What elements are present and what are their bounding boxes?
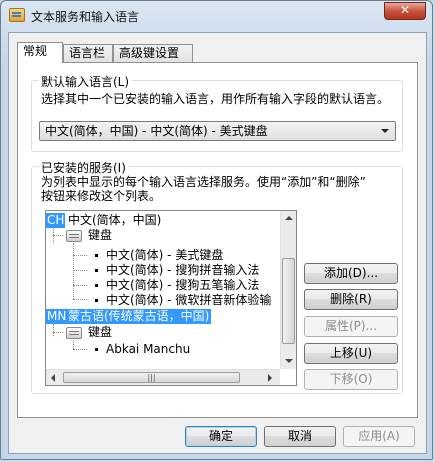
list-item[interactable]: 中文(简体) - 微软拼音新体验输 xyxy=(46,293,286,308)
vertical-scroll-thumb[interactable] xyxy=(282,258,295,344)
ok-button[interactable]: 确定 xyxy=(185,426,257,447)
tab-general[interactable]: 常规 xyxy=(17,42,63,63)
tree-horizontal-scrollbar[interactable]: ||| xyxy=(46,369,280,385)
tree-item-label: 中文(简体，中国) xyxy=(68,213,162,227)
apply-button[interactable]: 应用(A) xyxy=(343,426,415,447)
window-title: 文本服务和输入语言 xyxy=(31,10,140,24)
language-badge-mn: MN xyxy=(46,309,68,324)
scroll-left-arrow-icon[interactable] xyxy=(51,374,55,382)
remove-button[interactable]: 删除(R) xyxy=(304,289,398,310)
tab-advanced-key-settings[interactable]: 高级键设置 xyxy=(113,44,193,62)
tree-item-keyboard-2[interactable]: 键盘 xyxy=(46,325,146,340)
properties-button[interactable]: 属性(P)... xyxy=(304,316,398,337)
bullet-icon xyxy=(95,269,98,272)
tree-vertical-scrollbar[interactable] xyxy=(280,211,296,369)
keyboard-icon xyxy=(66,230,82,242)
default-language-description: 选择其中一个已安装的输入语言，用作所有输入字段的默认语言。 xyxy=(41,92,390,106)
installed-services-description-2: 按钮来修改这个列表。 xyxy=(41,189,162,203)
scroll-down-arrow-icon[interactable] xyxy=(285,359,293,363)
installed-services-group-label: 已安装的服务(I) xyxy=(39,159,128,176)
bullet-icon xyxy=(95,284,98,287)
tree-item-label: 键盘 xyxy=(88,228,113,242)
scroll-right-arrow-icon[interactable] xyxy=(268,374,272,382)
installed-services-description-1: 为列表中显示的每个输入语言选择服务。使用“添加”和“删除” xyxy=(41,175,366,189)
add-button[interactable]: 添加(D)... xyxy=(304,263,398,284)
tab-language-bar[interactable]: 语言栏 xyxy=(63,44,113,62)
tree-item-label: 蒙古语(传统蒙古语，中国) xyxy=(66,309,212,324)
default-language-dropdown[interactable]: 中文(简体，中国) - 中文(简体) - 美式键盘 xyxy=(39,121,396,141)
close-button[interactable]: ✕ xyxy=(384,2,426,20)
list-item[interactable]: Abkai Manchu xyxy=(46,342,246,357)
chevron-down-icon xyxy=(381,129,389,133)
keyboard-icon xyxy=(66,327,82,339)
list-item[interactable]: 中文(简体) - 搜狗五笔输入法 xyxy=(46,278,286,293)
tree-item-mongolian[interactable]: MN 蒙古语(传统蒙古语，中国) xyxy=(46,309,282,324)
list-item[interactable]: 中文(简体) - 搜狗拼音输入法 xyxy=(46,263,286,278)
dialog-window: 文本服务和输入语言 ✕ 常规 语言栏 高级键设置 默认输入语言(L) 选择其中一… xyxy=(0,0,433,460)
move-up-button[interactable]: 上移(U) xyxy=(304,343,398,364)
list-item[interactable]: 中文(简体) - 美式键盘 xyxy=(46,248,286,263)
default-language-group xyxy=(31,80,403,152)
tree-item-keyboard-1[interactable]: 键盘 xyxy=(46,228,146,243)
scroll-up-arrow-icon[interactable] xyxy=(285,216,293,220)
move-down-button[interactable]: 下移(O) xyxy=(304,369,398,390)
title-bar[interactable]: 文本服务和输入语言 ✕ xyxy=(1,1,432,31)
cancel-button[interactable]: 取消 xyxy=(264,426,336,447)
default-language-selected: 中文(简体，中国) - 中文(简体) - 美式键盘 xyxy=(45,124,268,138)
default-language-group-label: 默认输入语言(L) xyxy=(39,73,132,90)
bullet-icon xyxy=(95,299,98,302)
horizontal-scroll-thumb[interactable]: ||| xyxy=(63,372,240,383)
bullet-icon xyxy=(95,254,98,257)
keyboard-app-icon xyxy=(9,8,25,22)
language-badge-ch: CH xyxy=(46,213,66,228)
close-icon: ✕ xyxy=(399,3,411,17)
bullet-icon xyxy=(95,348,98,351)
tree-item-label: 键盘 xyxy=(88,325,113,339)
installed-services-tree[interactable]: CH 中文(简体，中国) 键盘 中文(简体) - 美式键盘 中文(简体) - 搜… xyxy=(45,210,297,386)
